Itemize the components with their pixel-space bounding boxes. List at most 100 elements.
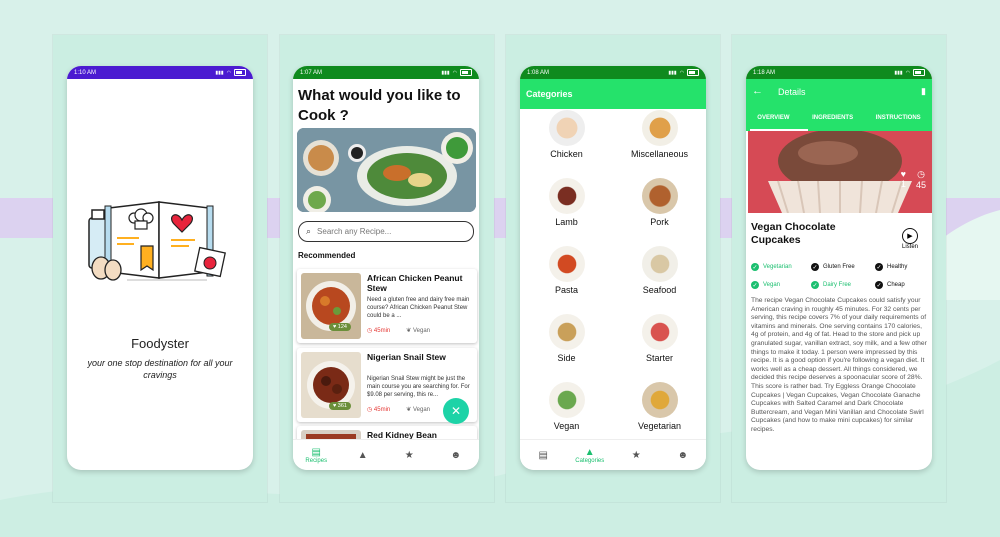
check-icon: ✓ bbox=[811, 281, 819, 289]
smiley-icon: ☻ bbox=[677, 449, 689, 461]
category-miscellaneous[interactable]: Miscellaneous bbox=[613, 110, 706, 159]
category-lamb[interactable]: Lamb bbox=[520, 178, 613, 227]
nav-favorites[interactable]: ★ bbox=[616, 450, 656, 461]
back-arrow-icon[interactable]: ← bbox=[752, 85, 763, 97]
page-title: Categories bbox=[520, 79, 706, 109]
recipe-summary: The recipe Vegan Chocolate Cupcakes coul… bbox=[751, 297, 927, 433]
status-icons: ▮▮▮ ◠ bbox=[215, 69, 246, 76]
recipe-meta: ◷ 45min ❦ Vegan bbox=[367, 327, 430, 334]
smiley-icon: ☻ bbox=[450, 449, 462, 461]
likes-badge: ♥ 361 bbox=[329, 402, 351, 410]
category-image bbox=[548, 382, 585, 418]
shapes-icon: ▲ bbox=[584, 446, 595, 458]
clock-icon: ◷ bbox=[917, 169, 925, 179]
app-bar: ← Details ▮ OVERVIEW INGREDIENTS INSTRUC… bbox=[746, 79, 932, 131]
tag-gluten-free: ✓ Gluten Free bbox=[811, 263, 855, 271]
check-icon: ✓ bbox=[875, 281, 883, 289]
status-bar: 1:10 AM ▮▮▮ ◠ bbox=[67, 66, 253, 79]
star-icon: ★ bbox=[631, 449, 641, 461]
category-image bbox=[641, 246, 678, 282]
recipe-diet: Vegan bbox=[412, 407, 430, 413]
category-side[interactable]: Side bbox=[520, 314, 613, 363]
status-bar: 1:08 AM ▮▮▮ ◠ bbox=[520, 66, 706, 79]
phone-categories: 1:08 AM ▮▮▮ ◠ Categories Chicken Miscella… bbox=[520, 66, 706, 470]
category-seafood[interactable]: Seafood bbox=[613, 246, 706, 295]
bottom-nav: ▤ Recipes ▲ ★ ☻ bbox=[293, 439, 479, 470]
check-icon: ✓ bbox=[751, 263, 759, 271]
star-icon: ★ bbox=[404, 449, 414, 461]
clock-icon: ◷ bbox=[367, 407, 373, 413]
status-time: 1:10 AM bbox=[74, 69, 97, 76]
recipe-title: Vegan Chocolate Cupcakes bbox=[751, 221, 836, 246]
category-image bbox=[548, 178, 585, 214]
category-pork[interactable]: Pork bbox=[613, 178, 706, 227]
search-input[interactable]: ⌕ Search any Recipe... bbox=[298, 221, 474, 242]
page-title: Details bbox=[778, 87, 806, 97]
recipe-time: 45min bbox=[373, 328, 391, 334]
category-image bbox=[641, 382, 678, 418]
nav-profile[interactable]: ☻ bbox=[436, 450, 476, 461]
recipe-card[interactable]: ♥ 124 African Chicken Peanut Stew Need a… bbox=[297, 269, 477, 343]
book-icon: ▤ bbox=[311, 446, 321, 458]
phone-splash: 1:10 AM ▮▮▮ ◠ Foodyster your one stop des… bbox=[67, 66, 253, 470]
recipe-diet: Vegan bbox=[412, 328, 430, 334]
category-image bbox=[641, 314, 678, 350]
tab-instructions[interactable]: INSTRUCTIONS bbox=[876, 115, 921, 121]
tab-overview[interactable]: OVERVIEW bbox=[757, 115, 789, 121]
category-image bbox=[548, 314, 585, 350]
time-stat: ◷ 45 bbox=[915, 169, 926, 190]
nav-profile[interactable]: ☻ bbox=[663, 450, 703, 461]
category-chicken[interactable]: Chicken bbox=[520, 110, 613, 159]
bottom-nav: ▤ ▲ Categories ★ ☻ bbox=[520, 439, 706, 470]
play-icon: ▶ bbox=[902, 228, 918, 244]
category-starter[interactable]: Starter bbox=[613, 314, 706, 363]
status-bar: 1:07 AM ▮▮▮ ◠ bbox=[293, 66, 479, 79]
nav-favorites[interactable]: ★ bbox=[389, 450, 429, 461]
listen-button[interactable]: ▶ Listen bbox=[902, 228, 918, 250]
leaf-icon: ❦ bbox=[406, 407, 412, 413]
status-time: 1:08 AM bbox=[527, 69, 550, 76]
hero-food-image bbox=[297, 128, 476, 212]
app-name: Foodyster bbox=[131, 336, 189, 351]
category-pasta[interactable]: Pasta bbox=[520, 246, 613, 295]
tab-ingredients[interactable]: INGREDIENTS bbox=[812, 115, 853, 121]
clock-icon: ◷ bbox=[367, 328, 373, 334]
section-title: Recommended bbox=[298, 251, 356, 260]
check-icon: ✓ bbox=[811, 263, 819, 271]
random-recipe-button[interactable]: ✕ bbox=[443, 398, 469, 424]
nav-recipes[interactable]: ▤ bbox=[523, 450, 563, 461]
search-icon: ⌕ bbox=[306, 226, 312, 236]
leaf-icon: ❦ bbox=[406, 328, 412, 334]
status-icons: ▮▮▮ ◠ bbox=[668, 69, 699, 76]
status-icons: ▮▮▮ ◠ bbox=[894, 69, 925, 76]
shapes-icon: ▲ bbox=[357, 449, 368, 461]
status-icons: ▮▮▮ ◠ bbox=[441, 69, 472, 76]
category-image bbox=[548, 246, 585, 282]
recipe-title: Nigerian Snail Stew bbox=[367, 352, 446, 362]
fork-knife-icon: ✕ bbox=[450, 404, 462, 418]
tag-cheap: ✓ Cheap bbox=[875, 281, 905, 289]
recipe-description: Nigerian Snail Stew might be just the ma… bbox=[367, 376, 470, 398]
tag-healthy: ✓ Healthy bbox=[875, 263, 908, 271]
nav-recipes[interactable]: ▤ Recipes bbox=[296, 447, 336, 464]
recipe-description: Need a gluten free and dairy free main c… bbox=[367, 297, 470, 319]
check-icon: ✓ bbox=[875, 263, 883, 271]
book-icon: ▤ bbox=[538, 449, 548, 461]
status-time: 1:18 AM bbox=[753, 69, 776, 76]
phone-details: 1:18 AM ▮▮▮ ◠ ← Details ▮ OVERVIEW INGRED… bbox=[746, 66, 932, 470]
status-time: 1:07 AM bbox=[300, 69, 323, 76]
page-title: What would you like to Cook ? bbox=[298, 87, 461, 124]
phone-home: 1:07 AM ▮▮▮ ◠ What would you like to Cook… bbox=[293, 66, 479, 470]
category-vegan[interactable]: Vegan bbox=[520, 382, 613, 431]
tag-vegan: ✓ Vegan bbox=[751, 281, 781, 289]
bookmark-icon[interactable]: ▮ bbox=[921, 86, 926, 97]
nav-categories[interactable]: ▲ bbox=[343, 450, 383, 461]
tag-vegetarian: ✓ Vegetarian bbox=[751, 263, 792, 271]
nav-categories[interactable]: ▲ Categories bbox=[570, 447, 610, 464]
category-vegetarian[interactable]: Vegetarian bbox=[613, 382, 706, 431]
recipe-image: ♥ 361 bbox=[301, 352, 361, 418]
likes-stat: ♥ 1 bbox=[900, 169, 906, 189]
recipe-time: 45min bbox=[373, 407, 391, 413]
category-image bbox=[641, 178, 678, 214]
recipe-image: ♥ 124 bbox=[301, 273, 361, 339]
